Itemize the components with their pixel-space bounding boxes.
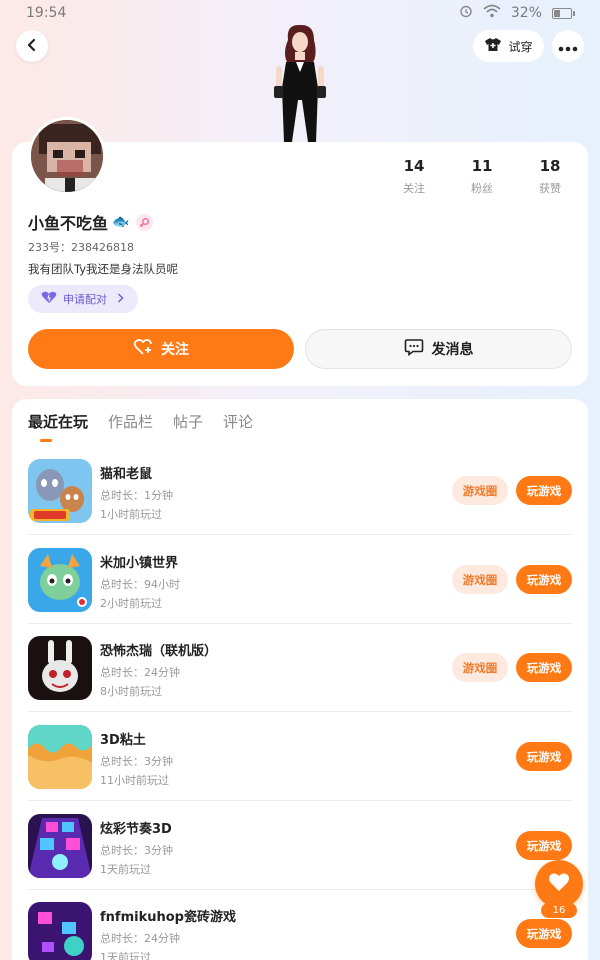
chat-bubble-icon	[404, 338, 424, 360]
game-circle-button[interactable]: 游戏圈	[452, 476, 508, 505]
username-row: 小鱼不吃鱼 🐟	[28, 210, 154, 234]
stat-followers[interactable]: 11 粉丝	[448, 157, 516, 196]
more-options-button[interactable]	[552, 30, 584, 62]
play-game-button[interactable]: 玩游戏	[516, 565, 572, 594]
play-game-button[interactable]: 玩游戏	[516, 653, 572, 682]
play-game-button[interactable]: 玩游戏	[516, 831, 572, 860]
chevron-left-icon	[25, 37, 39, 56]
game-duration: 总时长：94小时	[100, 578, 180, 591]
game-last-played: 1天前玩过	[100, 951, 151, 960]
game-name: 猫和老鼠	[100, 467, 153, 482]
game-icon-miga-town	[28, 548, 92, 612]
fish-emoji: 🐟	[112, 214, 130, 230]
game-row[interactable]: 恐怖杰瑞（联机版） 总时长：24分钟 8小时前玩过 游戏圈 玩游戏	[28, 636, 588, 724]
row-divider	[28, 711, 572, 712]
tab-works[interactable]: 作品栏	[108, 411, 153, 432]
game-name: 3D粘土	[100, 733, 146, 748]
apply-pair-button[interactable]: 申请配对	[28, 285, 138, 313]
shirt-icon	[484, 37, 502, 55]
chevron-right-icon	[117, 293, 124, 306]
game-icon-horror-jerry	[28, 636, 92, 700]
game-row[interactable]: 炫彩节奏3D 总时长：3分钟 1天前玩过 玩游戏	[28, 814, 588, 902]
try-on-label: 试穿	[508, 39, 533, 54]
tab-bar: 最近在玩 作品栏 帖子 评论	[28, 411, 253, 432]
tab-comments[interactable]: 评论	[223, 411, 253, 432]
game-circle-button[interactable]: 游戏圈	[452, 653, 508, 682]
stats-row: 14 关注 11 粉丝 18 获赞	[380, 157, 584, 196]
username: 小鱼不吃鱼	[28, 214, 109, 233]
status-icons: 32%	[459, 4, 575, 22]
game-last-played: 11小时前玩过	[100, 774, 169, 787]
game-name: 米加小镇世界	[100, 556, 179, 571]
game-duration: 总时长：1分钟	[100, 489, 173, 502]
row-divider	[28, 889, 572, 890]
game-row[interactable]: fnfmikuhop瓷砖游戏 总时长：24分钟 1天前玩过 玩游戏	[28, 902, 588, 960]
stat-label: 粉丝	[471, 182, 493, 195]
wifi-icon	[483, 4, 501, 22]
game-row[interactable]: 3D粘土 总时长：3分钟 11小时前玩过 玩游戏	[28, 725, 588, 813]
tab-posts[interactable]: 帖子	[173, 411, 203, 432]
follow-label: 关注	[161, 342, 189, 358]
row-divider	[28, 800, 572, 801]
game-icon-rhythm-3d	[28, 814, 92, 878]
follow-heart-icon	[133, 338, 153, 360]
game-duration: 总时长：24分钟	[100, 666, 180, 679]
game-last-played: 1天前玩过	[100, 863, 151, 876]
game-last-played: 2小时前玩过	[100, 597, 162, 610]
user-bio: 我有团队Ty我还是身法队员呢	[28, 262, 179, 276]
game-last-played: 1小时前玩过	[100, 508, 162, 521]
avatar[interactable]	[28, 117, 106, 195]
status-time: 19:54	[26, 5, 67, 21]
stat-label: 关注	[403, 182, 425, 195]
game-icon-tom-and-jerry	[28, 459, 92, 523]
user-id: 233号：238426818	[28, 241, 134, 254]
row-divider	[28, 534, 572, 535]
send-message-label: 发消息	[431, 342, 474, 358]
female-gender-icon	[136, 213, 154, 231]
game-name: 炫彩节奏3D	[100, 822, 172, 837]
heart-pair-icon	[41, 291, 57, 307]
battery-icon	[552, 7, 575, 19]
game-icon-fnf-miku-hop	[28, 902, 92, 960]
stat-value: 14	[403, 157, 425, 175]
play-game-button[interactable]: 玩游戏	[516, 742, 572, 771]
game-duration: 总时长：24分钟	[100, 932, 180, 945]
heart-icon	[548, 872, 570, 896]
tab-recently-played[interactable]: 最近在玩	[28, 411, 88, 432]
game-row[interactable]: 米加小镇世界 总时长：94小时 2小时前玩过 游戏圈 玩游戏	[28, 548, 588, 636]
like-floating-button[interactable]	[535, 860, 583, 908]
play-game-button[interactable]: 玩游戏	[516, 476, 572, 505]
stat-value: 11	[471, 157, 493, 175]
game-duration: 总时长：3分钟	[100, 755, 173, 768]
row-divider	[28, 623, 572, 624]
apply-pair-label: 申请配对	[63, 293, 107, 306]
like-count-badge: 16	[541, 903, 577, 918]
back-button[interactable]	[16, 30, 48, 62]
stat-value: 18	[539, 157, 561, 175]
play-game-button[interactable]: 玩游戏	[516, 919, 572, 948]
send-message-button[interactable]: 发消息	[305, 329, 572, 369]
follow-button[interactable]: 关注	[28, 329, 294, 369]
game-circle-button[interactable]: 游戏圈	[452, 565, 508, 594]
stat-following[interactable]: 14 关注	[380, 157, 448, 196]
character-avatar-figure	[262, 22, 338, 144]
game-duration: 总时长：3分钟	[100, 844, 173, 857]
try-on-button[interactable]: 试穿	[473, 30, 544, 62]
game-name: fnfmikuhop瓷砖游戏	[100, 910, 236, 925]
game-last-played: 8小时前玩过	[100, 685, 162, 698]
stat-label: 获赞	[539, 182, 561, 195]
game-name: 恐怖杰瑞（联机版）	[100, 644, 218, 659]
alarm-icon	[459, 4, 473, 22]
more-dots-icon	[558, 37, 578, 56]
active-tab-indicator	[40, 439, 52, 442]
stat-likes[interactable]: 18 获赞	[516, 157, 584, 196]
game-row[interactable]: 猫和老鼠 总时长：1分钟 1小时前玩过 游戏圈 玩游戏	[28, 459, 588, 547]
battery-percent: 32%	[510, 5, 542, 21]
game-icon-3d-clay	[28, 725, 92, 789]
